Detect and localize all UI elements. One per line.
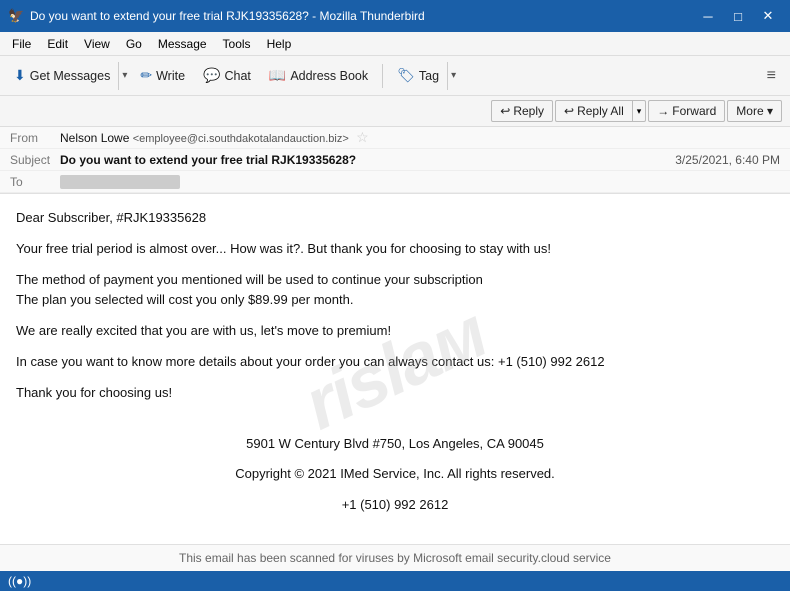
write-button[interactable]: ✏ Write	[132, 63, 193, 88]
to-label: To	[10, 175, 60, 189]
star-icon[interactable]: ☆	[356, 129, 369, 145]
scan-notice: This email has been scanned for viruses …	[0, 544, 790, 571]
menu-message[interactable]: Message	[150, 35, 215, 53]
close-button[interactable]: ✕	[754, 2, 782, 30]
email-line4: We are really excited that you are with …	[16, 321, 774, 342]
chat-icon: 💬	[203, 67, 220, 84]
email-action-buttons: ↩ Reply ↩ Reply All ▾ → Forward More ▾	[491, 100, 782, 122]
get-messages-icon: ⬇	[14, 67, 26, 84]
reply-all-group: ↩ Reply All ▾	[555, 100, 646, 122]
get-messages-group: ⬇ Get Messages ▾	[6, 62, 130, 90]
tag-group: 🏷 Tag ▾	[389, 62, 459, 90]
minimize-button[interactable]: ─	[694, 2, 722, 30]
app-icon: 🦅	[8, 8, 24, 24]
footer-copyright: Copyright © 2021 IMed Service, Inc. All …	[16, 464, 774, 485]
email-line5: In case you want to know more details ab…	[16, 352, 774, 373]
subject-value: Do you want to extend your free trial RJ…	[60, 153, 675, 167]
forward-button[interactable]: → Forward	[648, 100, 725, 122]
title-bar-controls: ─ □ ✕	[694, 2, 782, 30]
email-date: 3/25/2021, 6:40 PM	[675, 153, 780, 167]
get-messages-button[interactable]: ⬇ Get Messages	[6, 63, 118, 88]
menu-edit[interactable]: Edit	[39, 35, 76, 53]
footer-phone: +1 (510) 992 2612	[16, 495, 774, 516]
email-line1: Your free trial period is almost over...…	[16, 239, 774, 260]
write-icon: ✏	[140, 67, 152, 84]
email-line6: Thank you for choosing us!	[16, 383, 774, 404]
address-book-button[interactable]: 📖 Address Book	[261, 63, 376, 88]
from-value: Nelson Lowe <employee@ci.southdakotaland…	[60, 129, 780, 146]
subject-label: Subject	[10, 153, 60, 167]
status-bar: ((●))	[0, 571, 790, 591]
menu-help[interactable]: Help	[259, 35, 300, 53]
maximize-button[interactable]: □	[724, 2, 752, 30]
title-bar-text: Do you want to extend your free trial RJ…	[30, 9, 694, 23]
chat-button[interactable]: 💬 Chat	[195, 63, 259, 88]
hamburger-menu[interactable]: ≡	[759, 63, 784, 89]
reply-all-dropdown[interactable]: ▾	[632, 100, 647, 122]
menu-bar: File Edit View Go Message Tools Help	[0, 32, 790, 56]
menu-file[interactable]: File	[4, 35, 39, 53]
email-greeting: Dear Subscriber, #RJK19335628	[16, 208, 774, 229]
reply-button[interactable]: ↩ Reply	[491, 100, 553, 122]
from-email: <employee@ci.southdakotalandauction.biz>	[133, 133, 349, 145]
email-body: rislaм Dear Subscriber, #RJK19335628 You…	[0, 194, 790, 544]
subject-row: Subject Do you want to extend your free …	[0, 149, 790, 171]
reply-all-icon: ↩	[564, 104, 574, 118]
email-action-bar: ↩ Reply ↩ Reply All ▾ → Forward More ▾	[0, 96, 790, 127]
reply-all-button[interactable]: ↩ Reply All	[555, 100, 632, 122]
email-meta: From Nelson Lowe <employee@ci.southdakot…	[0, 127, 790, 194]
from-label: From	[10, 131, 60, 145]
toolbar-right: ≡	[759, 63, 784, 89]
menu-tools[interactable]: Tools	[215, 35, 259, 53]
from-row: From Nelson Lowe <employee@ci.southdakot…	[0, 127, 790, 149]
forward-icon: →	[657, 104, 669, 118]
status-icon: ((●))	[8, 574, 31, 588]
email-footer: 5901 W Century Blvd #750, Los Angeles, C…	[16, 424, 774, 516]
menu-view[interactable]: View	[76, 35, 118, 53]
toolbar: ⬇ Get Messages ▾ ✏ Write 💬 Chat 📖 Addres…	[0, 56, 790, 96]
title-bar: 🦅 Do you want to extend your free trial …	[0, 0, 790, 32]
email-line2: The method of payment you mentioned will…	[16, 270, 774, 312]
tag-button[interactable]: 🏷 Tag	[389, 63, 447, 88]
footer-address: 5901 W Century Blvd #750, Los Angeles, C…	[16, 434, 774, 455]
menu-go[interactable]: Go	[118, 35, 150, 53]
toolbar-separator	[382, 64, 383, 88]
to-row: To	[0, 171, 790, 193]
get-messages-dropdown[interactable]: ▾	[118, 62, 130, 90]
tag-icon: 🏷	[397, 67, 415, 84]
reply-icon: ↩	[500, 104, 510, 118]
more-button[interactable]: More ▾	[727, 100, 782, 122]
address-book-icon: 📖	[269, 67, 286, 84]
tag-dropdown[interactable]: ▾	[447, 62, 459, 90]
to-value	[60, 175, 180, 189]
